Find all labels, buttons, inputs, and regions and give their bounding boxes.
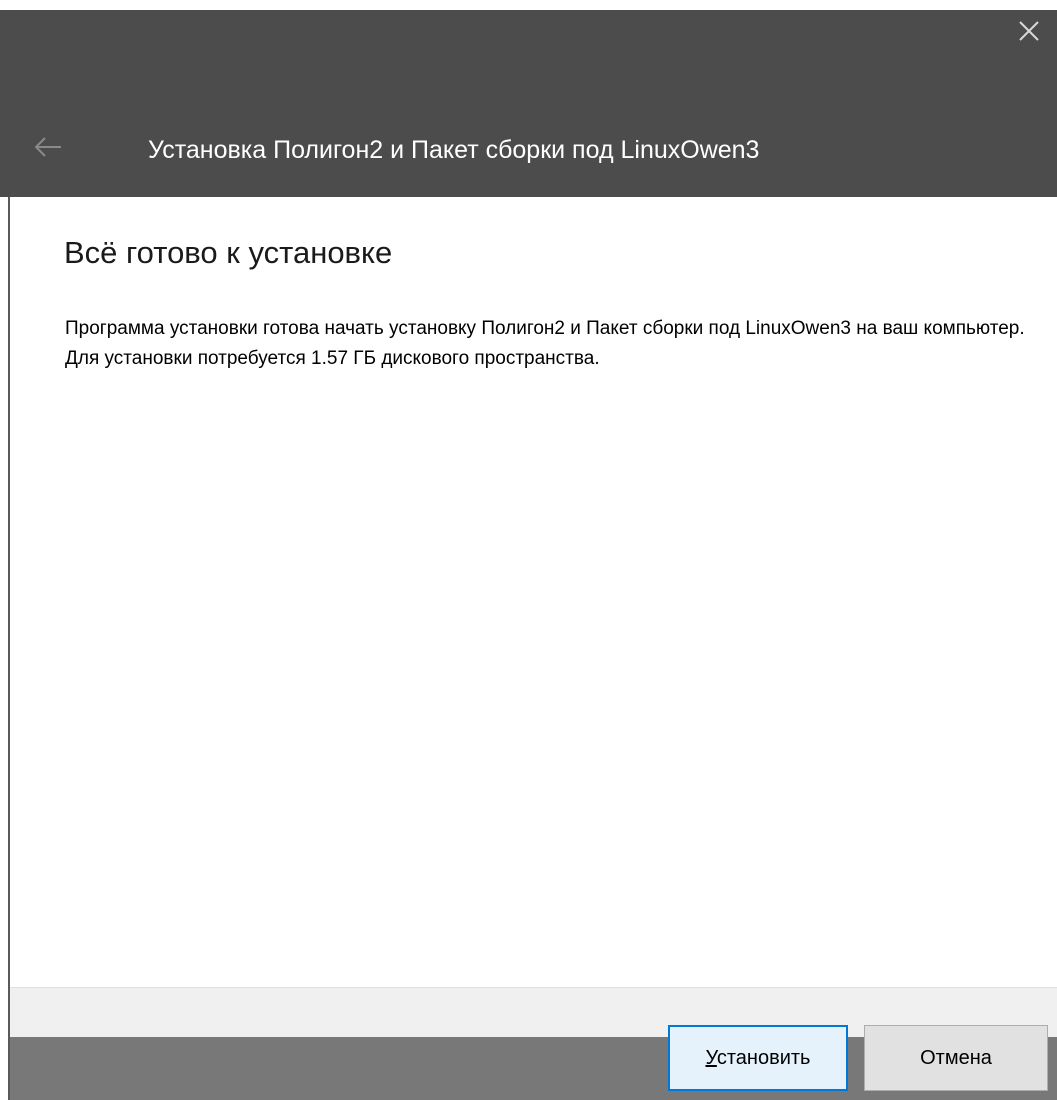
- close-button[interactable]: [1001, 10, 1057, 56]
- install-button[interactable]: Установить: [668, 1025, 848, 1091]
- cancel-button[interactable]: Отмена: [864, 1025, 1048, 1091]
- installer-window: Установка Полигон2 и Пакет сборки под Li…: [0, 0, 1057, 1100]
- cancel-button-label: Отмена: [920, 1046, 992, 1069]
- install-button-mnemonic: У: [705, 1046, 717, 1069]
- top-strip: [0, 0, 1057, 10]
- install-button-label-rest: становить: [716, 1046, 811, 1069]
- window-header: [0, 10, 1057, 197]
- page-title: Всё готово к установке: [64, 235, 393, 270]
- window-title: Установка Полигон2 и Пакет сборки под Li…: [148, 136, 760, 164]
- back-button[interactable]: [20, 127, 76, 171]
- page-description: Программа установки готова начать устано…: [65, 318, 1025, 369]
- back-arrow-icon: [33, 136, 63, 162]
- install-button-label: Установить: [706, 1047, 811, 1070]
- close-icon: [1018, 20, 1040, 47]
